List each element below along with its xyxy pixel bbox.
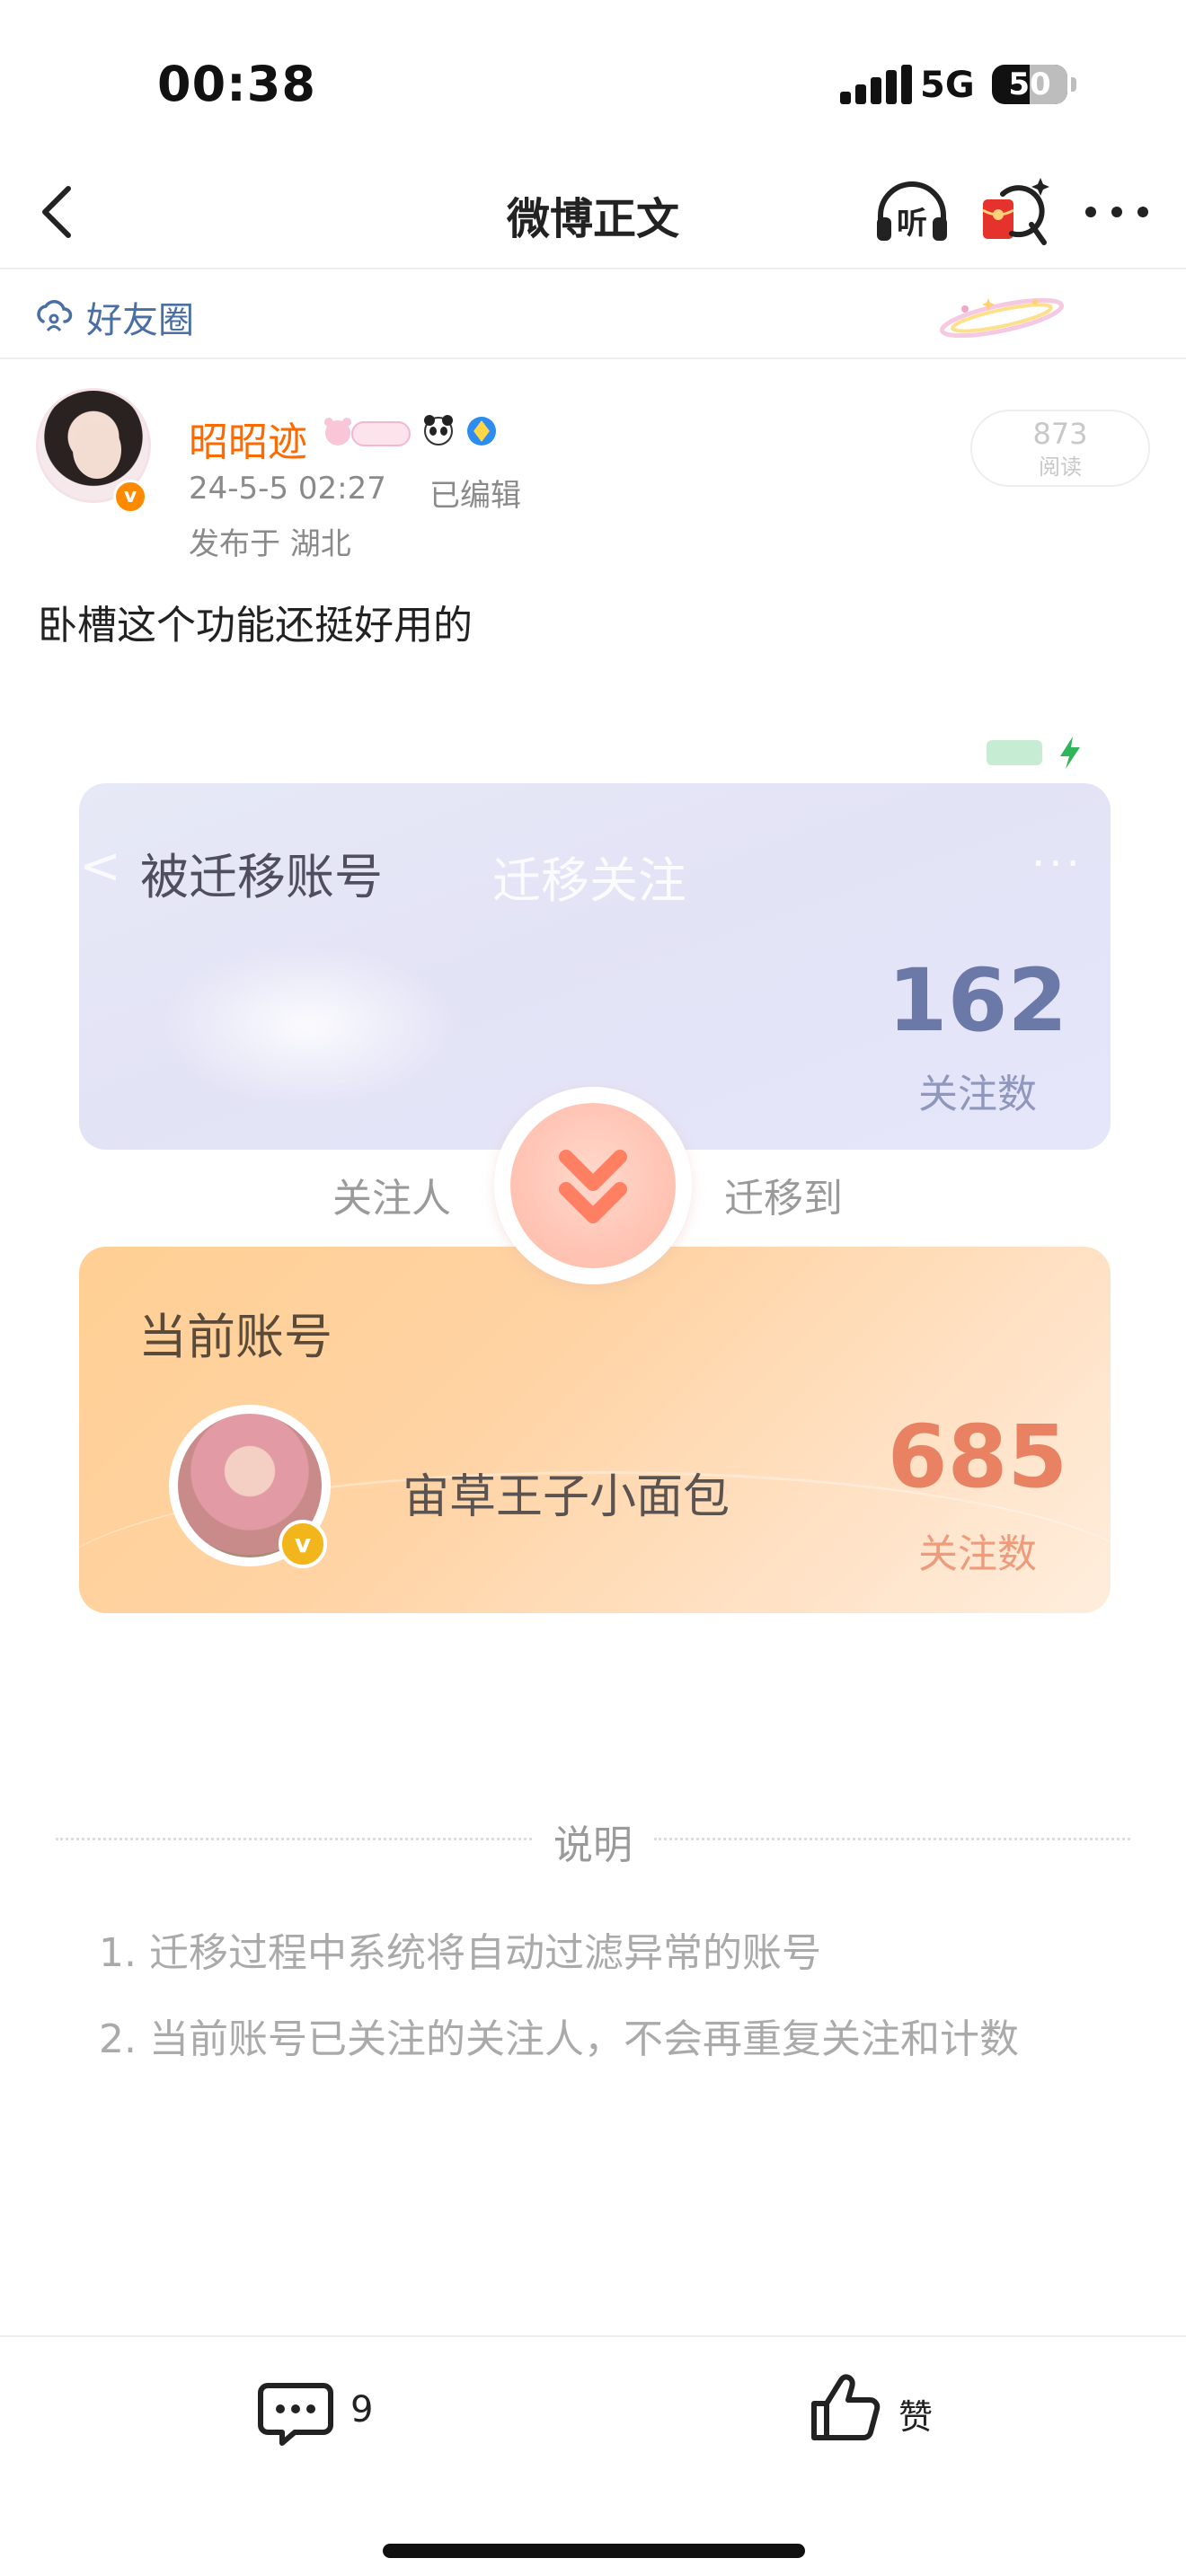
author-name[interactable]: 昭昭迹 [189, 410, 307, 467]
verified-badge-icon: v [279, 1520, 327, 1568]
comment-icon [258, 2383, 333, 2446]
migrate-arrow [494, 1087, 692, 1284]
listen-button[interactable]: 听 [872, 176, 952, 248]
headphones-icon: 听 [877, 181, 947, 242]
more-dots-icon [1085, 207, 1148, 217]
like-label: 赞 [898, 2397, 934, 2437]
migrated-account-title: 被迁移账号 [140, 849, 383, 905]
verified-badge-icon: v [113, 480, 147, 514]
read-count: 873 [1032, 417, 1088, 451]
description-item: 2. 当前账号已关注的关注人，不会再重复关注和计数 [99, 2016, 1019, 2062]
comment-count: 9 [350, 2389, 374, 2430]
migrated-follow-label: 关注数 [918, 1072, 1037, 1117]
red-packet-icon [982, 178, 1049, 245]
cloud-people-icon [37, 300, 73, 331]
double-chevron-down-icon [559, 1150, 627, 1223]
battery-level: 50 [1008, 66, 1051, 102]
battery-icon: 50 [992, 65, 1067, 104]
edited-label: 已编辑 [429, 478, 521, 514]
migrated-follow-count: 162 [887, 950, 1068, 1051]
page-title: 微博正文 [506, 194, 679, 244]
back-button[interactable] [25, 176, 97, 248]
user-badges [324, 415, 496, 446]
signal-icon [840, 65, 912, 104]
friend-circle-bar[interactable]: 好友圈 [0, 269, 1186, 359]
status-time: 00:38 [157, 56, 316, 112]
migrate-to-label: 迁移到 [724, 1176, 843, 1222]
current-account-name: 宙草王子小面包 [403, 1470, 730, 1524]
diamond-badge-icon [467, 417, 496, 446]
divider [56, 1838, 532, 1840]
divider [654, 1838, 1130, 1840]
bottom-action-bar: 9 赞 [0, 2335, 1186, 2576]
current-follow-count: 685 [887, 1407, 1068, 1507]
ghost-back-icon: < [79, 837, 121, 895]
current-account-title: 当前账号 [138, 1309, 332, 1365]
chevron-left-icon [42, 186, 71, 238]
post-text: 卧槽这个功能还挺好用的 [38, 603, 473, 648]
panda-badge-icon [424, 415, 453, 446]
more-button[interactable] [1076, 176, 1157, 248]
ghost-title: 迁移关注 [492, 852, 686, 909]
level-badge-icon [351, 421, 411, 446]
status-bar: 00:38 5G 50 [0, 0, 1186, 153]
read-label: 阅读 [1039, 454, 1082, 480]
comment-button[interactable]: 9 [255, 2371, 399, 2452]
description-title: 说明 [553, 1822, 633, 1868]
network-label: 5G [920, 65, 975, 106]
decoration-icon [939, 297, 1065, 339]
friend-circle-label: 好友圈 [86, 300, 194, 341]
ghost-more-icon: ··· [1031, 839, 1084, 889]
follow-person-label: 关注人 [332, 1176, 451, 1222]
home-indicator[interactable] [383, 2544, 805, 2558]
post-image[interactable]: < 迁移关注 ··· 被迁移账号 162 关注数 当前账号 v 宙草王子小面包 … [0, 701, 1186, 2156]
bear-badge-icon [324, 418, 351, 446]
bolt-icon [1060, 737, 1080, 769]
svg-text:听: 听 [897, 206, 927, 242]
like-button[interactable]: 赞 [805, 2368, 967, 2448]
red-packet-button[interactable] [976, 172, 1057, 250]
post-location: 发布于 湖北 [189, 526, 351, 562]
post-time: 24-5-5 02:27 [189, 471, 386, 507]
description-item: 1. 迁移过程中系统将自动过滤异常的账号 [99, 1930, 821, 1976]
current-follow-label: 关注数 [918, 1531, 1037, 1577]
embed-battery-icon [987, 740, 1042, 765]
thumbs-up-icon [811, 2374, 881, 2440]
read-count-badge: 873 阅读 [970, 410, 1150, 487]
current-account-card: 当前账号 v 宙草王子小面包 685 关注数 [79, 1247, 1111, 1613]
nav-bar: 微博正文 听 [0, 153, 1186, 269]
